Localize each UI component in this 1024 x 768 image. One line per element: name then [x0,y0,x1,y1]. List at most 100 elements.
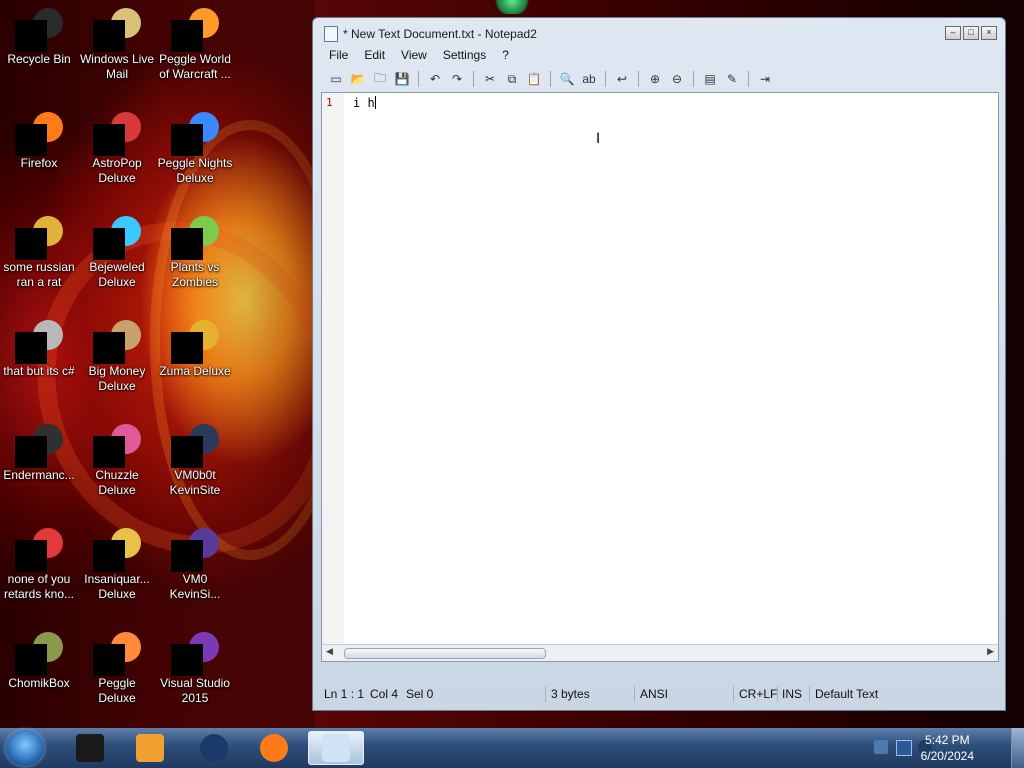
redaction-box [93,228,125,260]
replace-icon[interactable]: ab [580,70,598,88]
exit-icon[interactable]: ⇥ [756,70,774,88]
start-button[interactable] [6,730,44,766]
undo-icon[interactable]: ↶ [426,70,444,88]
desktop-icon-label: Peggle Deluxe [98,676,136,705]
desktop-icon-insaniquarium-deluxe[interactable]: Insaniquar... Deluxe [78,528,156,602]
menu-view[interactable]: View [393,46,435,66]
that-but-its-csharp-icon [15,320,63,364]
redo-icon[interactable]: ↷ [448,70,466,88]
toolbar-separator [638,71,639,87]
redaction-box [15,644,47,676]
desktop-icon-plants-vs-zombies[interactable]: Plants vs Zombies [156,216,234,290]
notepad-window[interactable]: * New Text Document.txt - Notepad2 – □ ×… [312,17,1006,711]
menu-edit[interactable]: Edit [356,46,393,66]
zoom-in-icon[interactable]: ⊕ [646,70,664,88]
peggle-deluxe-icon [93,632,141,676]
cut-icon[interactable]: ✂ [481,70,499,88]
desktop-icon-bejeweled-deluxe[interactable]: Bejeweled Deluxe [78,216,156,290]
menu-help[interactable]: ? [494,46,517,66]
ibeam-cursor-icon: I [596,131,601,147]
desktop-icon-endermanc[interactable]: Endermanc... [0,424,78,483]
scheme-icon[interactable]: ▤ [701,70,719,88]
close-button[interactable]: × [981,26,997,40]
desktop-icon-visual-studio-2015[interactable]: Visual Studio 2015 [156,632,234,706]
redaction-box [15,124,47,156]
paste-icon[interactable]: 📋 [525,70,543,88]
text-editor[interactable]: 1 i h I ◀ ▶ [321,92,999,662]
new-icon[interactable]: ▭ [327,70,345,88]
redaction-box [171,644,203,676]
show-desktop-button[interactable] [1011,728,1024,768]
desktop-icon-label: Plants vs Zombies [170,260,220,289]
horizontal-scrollbar[interactable]: ◀ ▶ [322,644,998,661]
find-icon[interactable]: 🔍 [558,70,576,88]
desktop-icon-astropop-deluxe[interactable]: AstroPop Deluxe [78,112,156,186]
redaction-box [93,124,125,156]
windows-live-mail-icon [93,8,141,52]
desktop-icon-recycle-bin[interactable]: Recycle Bin [0,8,78,67]
minimize-button[interactable]: – [945,26,961,40]
desktop-icon-vm0-kevinsi[interactable]: VM0 KevinSi... [156,528,234,602]
menu-settings[interactable]: Settings [435,46,494,66]
word-wrap-icon[interactable]: ↩ [613,70,631,88]
desktop-icon-label: Insaniquar... Deluxe [84,572,150,601]
taskbar-app-globe[interactable] [186,731,242,765]
desktop-icon-peggle-deluxe[interactable]: Peggle Deluxe [78,632,156,706]
tray-app-icon[interactable] [874,740,888,754]
scroll-left-icon[interactable]: ◀ [326,646,333,657]
desktop-icon-none-of-you[interactable]: none of you retards kno... [0,528,78,602]
scrollbar-thumb[interactable] [344,648,546,659]
redaction-box [15,436,47,468]
peggle-nights-deluxe-icon [171,112,219,156]
taskbar-media-player-icon [136,734,164,762]
scroll-right-icon[interactable]: ▶ [987,646,994,657]
editor-text-line[interactable]: i h [353,96,376,110]
customize-scheme-icon[interactable]: ✎ [723,70,741,88]
status-insert-mode[interactable]: INS [782,687,802,701]
redaction-box [93,332,125,364]
desktop-icon-label: ChomikBox [8,676,70,690]
astropop-deluxe-icon [93,112,141,156]
clock-date: 6/20/2024 [920,749,974,763]
desktop-icon-vm0b0t-kevinsite[interactable]: VM0b0t KevinSite [156,424,234,498]
save-icon[interactable]: 💾 [393,70,411,88]
desktop-icon-some-russian-ran-a-rat[interactable]: some russian ran a rat [0,216,78,290]
recycle-bin-icon [15,8,63,52]
open-icon[interactable]: 📂 [349,70,367,88]
desktop-icon-peggle-world-of-warcraft[interactable]: Peggle World of Warcraft ... [156,8,234,82]
desktop-icon-big-money-deluxe[interactable]: Big Money Deluxe [78,320,156,394]
desktop-icon-label: AstroPop Deluxe [92,156,142,185]
endermanc-icon [15,424,63,468]
desktop-icon-firefox[interactable]: Firefox [0,112,78,171]
browse-icon[interactable]: 🗀 [371,70,389,88]
desktop-icon-chuzzle-deluxe[interactable]: Chuzzle Deluxe [78,424,156,498]
status-eol[interactable]: CR+LF [739,687,777,701]
network-icon[interactable] [896,740,912,756]
desktop-icon-peggle-nights-deluxe[interactable]: Peggle Nights Deluxe [156,112,234,186]
bejeweled-deluxe-icon [93,216,141,260]
status-scheme[interactable]: Default Text [815,687,878,701]
taskbar-app-1[interactable] [62,731,118,765]
clock[interactable]: 5:42 PM 6/20/2024 [921,732,974,764]
taskbar-firefox[interactable] [246,731,302,765]
desktop-icon-label: Visual Studio 2015 [160,676,230,705]
zoom-out-icon[interactable]: ⊖ [668,70,686,88]
text-caret [374,96,376,109]
status-encoding[interactable]: ANSI [640,687,668,701]
desktop-icon-zuma-deluxe[interactable]: Zuma Deluxe [156,320,234,379]
clock-time: 5:42 PM [924,733,970,747]
menu-file[interactable]: File [321,46,356,66]
redaction-box [15,228,47,260]
desktop-icon-that-but-its-csharp[interactable]: that but its c# [0,320,78,379]
taskbar-notepad2[interactable] [308,731,364,765]
copy-icon[interactable]: ⧉ [503,70,521,88]
menu-bar: File Edit View Settings? [321,46,997,66]
desktop-icon-label: Windows Live Mail [79,52,155,81]
maximize-button[interactable]: □ [963,26,979,40]
some-russian-ran-a-rat-icon [15,216,63,260]
desktop-icon-chomikbox[interactable]: ChomikBox [0,632,78,691]
big-money-deluxe-icon [93,320,141,364]
desktop-icon-label: VM0 KevinSi... [169,572,221,601]
taskbar-media-player[interactable] [122,731,178,765]
desktop-icon-windows-live-mail[interactable]: Windows Live Mail [78,8,156,82]
